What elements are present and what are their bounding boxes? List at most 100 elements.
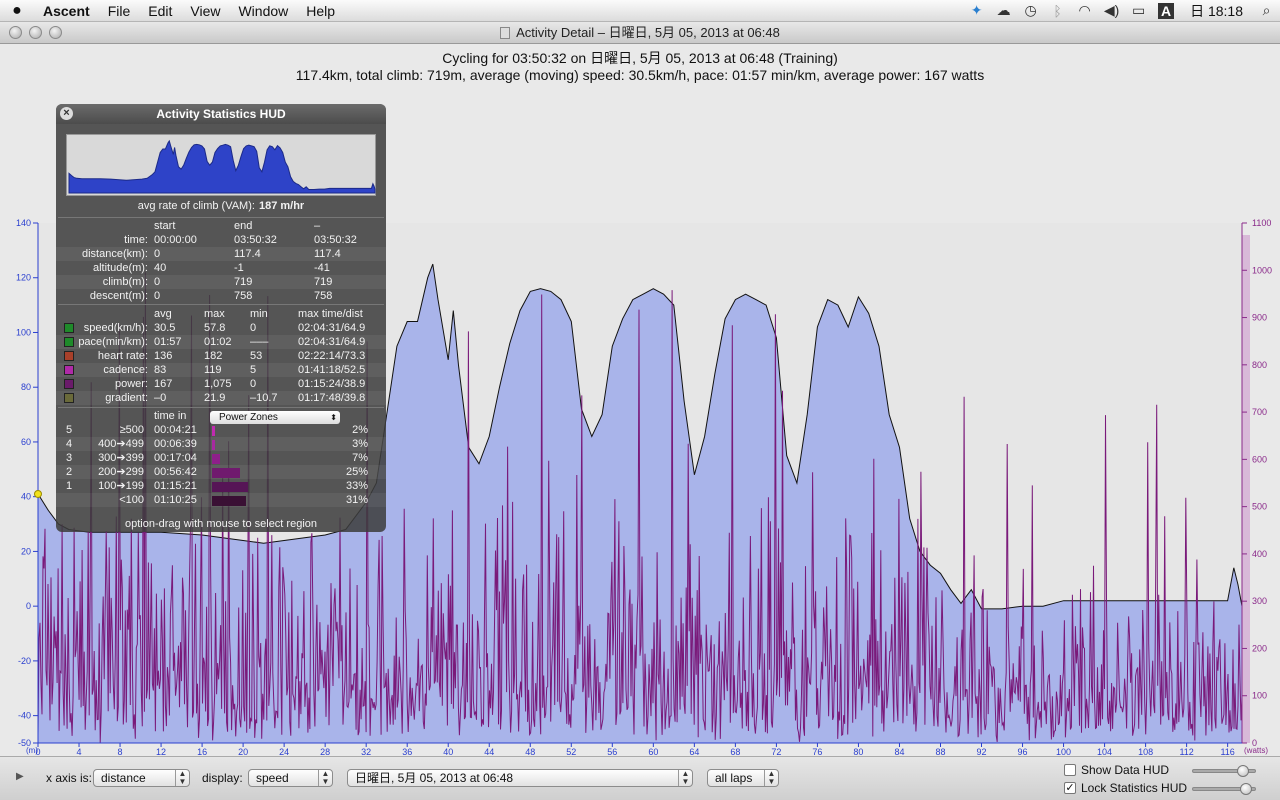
stat-max: 1,075 — [204, 378, 232, 390]
left-axis-tick-label: 60 — [21, 437, 31, 447]
slider-knob[interactable] — [1237, 765, 1250, 777]
range-delta: 719 — [314, 276, 333, 288]
hud-vam-value: 187 m/hr — [258, 200, 305, 212]
activity-popup[interactable]: 日曜日, 5月 05, 2013 at 06:48 ▲ ▼ — [347, 769, 693, 787]
zone-range: <100 — [119, 494, 144, 506]
range-end: 117.4 — [234, 248, 261, 260]
popup-stepper-icon: ▲ ▼ — [678, 770, 692, 786]
hud-zone-row: 4 400➔499 00:06:39 3% — [56, 437, 386, 451]
hud-stat-row: gradient: –0 21.9 –10.7 01:17:48/39.8 — [56, 391, 386, 405]
spotlight-search-icon[interactable]: ⌕ — [1253, 2, 1280, 19]
menu-window[interactable]: Window — [229, 0, 297, 22]
range-start: 0 — [154, 290, 161, 302]
range-label: climb(m): — [102, 276, 148, 288]
hud-overview-chart[interactable] — [66, 134, 376, 196]
zone-range: 200➔299 — [98, 466, 144, 478]
display-popup[interactable]: speed ▲ ▼ — [248, 769, 333, 787]
stat-max: 57.8 — [204, 322, 226, 334]
left-axis-tick-label: 20 — [21, 546, 31, 556]
hud-stats-header: avg max min max time/dist — [56, 307, 386, 321]
hud-zone-row: 1 100➔199 01:15:21 33% — [56, 479, 386, 493]
cloud-icon[interactable]: ☁ — [990, 2, 1017, 19]
menu-help[interactable]: Help — [297, 0, 344, 22]
activity-popup-value: 日曜日, 5月 05, 2013 at 06:48 — [355, 771, 514, 785]
lock-stats-hud-checkbox[interactable]: ✓ — [1064, 782, 1076, 794]
time-machine-icon[interactable]: ◷ — [1017, 2, 1044, 19]
stat-avg: 136 — [154, 350, 173, 362]
input-menu-icon[interactable]: A — [1158, 2, 1175, 19]
stat-min: –10.7 — [250, 392, 278, 404]
col-max: max — [204, 308, 225, 320]
hud-hint: option-drag with mouse to select region — [125, 518, 317, 530]
stat-min: 53 — [250, 350, 263, 362]
stat-max: 01:02 — [204, 336, 232, 348]
slider-knob[interactable] — [1239, 783, 1252, 795]
hud-separator — [58, 217, 384, 218]
zone-bar — [212, 440, 216, 450]
right-axis-tick-label: 300 — [1252, 596, 1267, 606]
hud-range-row: distance(km): 0 117.4 117.4 — [56, 247, 386, 261]
left-axis-tick-label: 80 — [21, 382, 31, 392]
stat-min: 0 — [250, 378, 257, 390]
show-data-hud-checkbox[interactable] — [1064, 764, 1076, 776]
stats-hud-opacity-slider[interactable] — [1192, 783, 1256, 795]
disclosure-triangle-icon[interactable]: ▶ — [16, 771, 24, 782]
hud-zones-header: time in Power Zones ⬍ — [56, 409, 386, 424]
volume-icon[interactable]: ◀) — [1098, 2, 1125, 19]
range-end: -1 — [234, 262, 244, 274]
xaxis-label: x axis is: — [46, 771, 93, 785]
hud-close-icon[interactable]: × — [60, 107, 73, 120]
hud-zone-row: 5 ≥500 00:04:21 2% — [56, 423, 386, 437]
stat-max-at: 02:22:14/73.3 — [298, 350, 366, 362]
right-axis-tick-label: 500 — [1252, 502, 1267, 512]
zone-percent: 31% — [345, 494, 368, 506]
stat-max: 119 — [204, 364, 222, 376]
col-min: min — [250, 308, 268, 320]
hud-stat-row: heart rate: 136 182 53 02:22:14/73.3 — [56, 349, 386, 363]
popup-stepper-icon: ▲ ▼ — [764, 770, 778, 786]
app-menu[interactable]: Ascent — [34, 0, 99, 22]
zone-time: 01:10:25 — [154, 494, 197, 506]
menubar-clock[interactable]: 日 18:18 — [1180, 1, 1253, 21]
power-axis-band — [1242, 235, 1250, 743]
statistics-hud[interactable]: Activity Statistics HUD × avg rate of cl… — [56, 104, 386, 532]
hud-range-row: climb(m): 0 719 719 — [56, 275, 386, 289]
stat-label: pace(min/km): — [78, 336, 148, 348]
hud-vam-label: avg rate of climb (VAM): — [137, 200, 255, 212]
zone-percent: 3% — [352, 438, 368, 450]
stat-avg: 83 — [154, 364, 167, 376]
display-label: display: — [202, 771, 243, 785]
stat-max-at: 02:04:31/64.9 — [298, 336, 366, 348]
right-axis-tick-label: 900 — [1252, 313, 1267, 323]
cursor-marker — [34, 489, 42, 498]
display-popup-value: speed — [256, 771, 289, 785]
battery-icon[interactable]: ▭ — [1125, 2, 1152, 19]
laps-popup[interactable]: all laps ▲ ▼ — [707, 769, 779, 787]
zone-time: 00:04:21 — [154, 424, 197, 436]
zone-range: 400➔499 — [98, 438, 144, 450]
range-delta: 758 — [314, 290, 333, 302]
twitter-icon[interactable]: ✦ — [963, 2, 990, 19]
right-axis-tick-label: 100 — [1252, 691, 1267, 701]
stat-min: 0 — [250, 322, 257, 334]
zone-range: ≥500 — [119, 424, 144, 436]
data-hud-opacity-slider[interactable] — [1192, 765, 1256, 777]
hud-stat-row: power: 167 1,075 0 01:15:24/38.9 — [56, 377, 386, 391]
stat-max: 21.9 — [204, 392, 226, 404]
left-axis-tick-label: -20 — [18, 656, 31, 666]
hud-range-row: time: 00:00:00 03:50:32 03:50:32 — [56, 233, 386, 247]
stat-label: heart rate: — [97, 350, 148, 362]
menu-bar: ● Ascent File Edit View Window Help ✦ ☁ … — [0, 0, 1280, 22]
col-max-at: max time/dist — [298, 308, 363, 320]
menu-view[interactable]: View — [181, 0, 229, 22]
wifi-icon[interactable]: ◠ — [1071, 2, 1098, 19]
hud-stat-row: speed(km/h): 30.5 57.8 0 02:04:31/64.9 — [56, 321, 386, 335]
hud-range-row: descent(m): 0 758 758 — [56, 289, 386, 303]
lock-stats-hud-label: Lock Statistics HUD — [1081, 781, 1188, 795]
bluetooth-icon[interactable]: ᛒ — [1044, 3, 1071, 19]
hud-overview-area — [68, 139, 376, 194]
menu-edit[interactable]: Edit — [139, 0, 181, 22]
xaxis-popup[interactable]: distance ▲ ▼ — [93, 769, 190, 787]
apple-menu-icon[interactable]: ● — [0, 2, 34, 20]
menu-file[interactable]: File — [99, 0, 140, 22]
